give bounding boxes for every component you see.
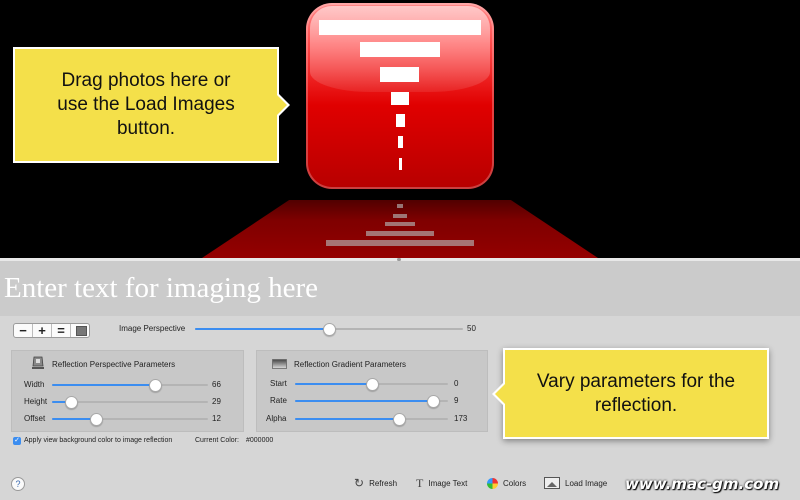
text-icon: T — [416, 476, 424, 490]
height-value: 29 — [212, 397, 221, 406]
slider-knob[interactable] — [365, 378, 379, 391]
color-wheel-icon — [487, 477, 498, 489]
icon-bar — [360, 42, 440, 57]
slider-knob[interactable] — [323, 323, 336, 336]
slider-knob[interactable] — [393, 413, 407, 426]
load-image-button[interactable]: Load Image — [544, 476, 607, 490]
reflection-gradient-title: Reflection Gradient Parameters — [294, 360, 407, 369]
icon-bar — [380, 67, 419, 82]
current-color-value: #000000 — [246, 437, 274, 444]
alpha-value: 173 — [454, 414, 468, 423]
current-color-label: Current Color: — [195, 437, 239, 444]
offset-value: 12 — [212, 414, 221, 423]
height-slider[interactable] — [52, 396, 208, 409]
slider-fill — [295, 418, 400, 420]
height-label: Height — [24, 397, 48, 406]
slider-fill — [295, 383, 372, 385]
alpha-slider[interactable] — [295, 413, 448, 426]
icon-bar — [399, 158, 402, 170]
image-perspective-label: Image Perspective — [119, 324, 186, 333]
watermark: www.mac-gm.com — [625, 475, 780, 493]
width-value: 66 — [212, 380, 221, 389]
refresh-label: Refresh — [369, 478, 398, 488]
parameters-hint-line: reflection. — [594, 394, 678, 416]
refresh-button[interactable]: ↻ Refresh — [354, 476, 397, 490]
colors-label: Colors — [503, 478, 527, 488]
start-label: Start — [270, 379, 287, 388]
help-button[interactable]: ? — [11, 477, 25, 491]
rate-slider[interactable] — [295, 395, 448, 408]
offset-label: Offset — [24, 414, 46, 423]
slider-knob[interactable] — [148, 379, 162, 392]
width-label: Width — [24, 380, 45, 389]
image-text-button[interactable]: T Image Text — [416, 476, 467, 490]
image-preview[interactable]: Drag photos here or use the Load Images … — [0, 0, 800, 258]
perspective-icon — [32, 356, 44, 369]
slider-knob[interactable] — [426, 395, 440, 408]
drop-hint-tooltip: Drag photos here or use the Load Images … — [13, 47, 290, 163]
imaging-text-input[interactable] — [0, 261, 800, 316]
start-value: 0 — [454, 379, 459, 388]
drop-hint-line: button. — [116, 118, 176, 139]
width-slider[interactable] — [52, 379, 208, 392]
drop-hint-line: use the Load Images — [57, 94, 235, 115]
image-icon — [76, 326, 87, 336]
slider-fill — [52, 384, 155, 386]
reflection-bar — [366, 231, 434, 236]
apply-bg-color-checkbox[interactable]: ✓ — [13, 437, 21, 445]
reflection-bar — [385, 222, 415, 226]
slider-fill — [295, 400, 433, 402]
refresh-icon: ↻ — [354, 476, 365, 490]
reflection-perspective-title: Reflection Perspective Parameters — [52, 360, 176, 369]
size-segmented-control[interactable]: − + = — [13, 323, 90, 338]
checkmark-icon: ✓ — [14, 437, 20, 444]
apply-bg-color-label[interactable]: Apply view background color to image ref… — [24, 437, 172, 444]
fit-image-button[interactable] — [71, 324, 89, 337]
rate-value: 9 — [454, 396, 459, 405]
image-perspective-value: 50 — [467, 324, 476, 333]
parameters-hint-tooltip: Vary parameters for the reflection. — [492, 348, 769, 439]
reflection-bar — [397, 204, 403, 208]
colors-button[interactable]: Colors — [487, 476, 526, 490]
enlarge-button[interactable]: + — [33, 324, 52, 337]
icon-bar — [391, 92, 409, 105]
load-image-label: Load Image — [565, 478, 608, 488]
slider-knob[interactable] — [64, 396, 78, 409]
actual-size-button[interactable]: = — [52, 324, 71, 337]
drop-hint-line: Drag photos here or — [61, 70, 231, 91]
image-perspective-slider[interactable] — [195, 323, 463, 336]
icon-reflection — [202, 200, 598, 258]
picture-icon — [544, 477, 560, 489]
icon-bar — [396, 114, 405, 127]
start-slider[interactable] — [295, 378, 448, 391]
reflection-bar — [326, 240, 474, 246]
reflection-bar — [393, 214, 407, 218]
parameters-hint-line: Vary parameters for the — [536, 370, 736, 392]
image-text-label: Image Text — [428, 478, 468, 488]
icon-bar — [398, 136, 403, 148]
alpha-label: Alpha — [266, 414, 287, 423]
app-icon-image — [306, 3, 494, 189]
gradient-icon — [272, 359, 287, 369]
offset-slider[interactable] — [52, 413, 208, 426]
rate-label: Rate — [270, 396, 287, 405]
slider-fill — [195, 328, 329, 330]
icon-bar — [319, 20, 481, 35]
shrink-button[interactable]: − — [14, 324, 33, 337]
slider-knob[interactable] — [89, 413, 103, 426]
